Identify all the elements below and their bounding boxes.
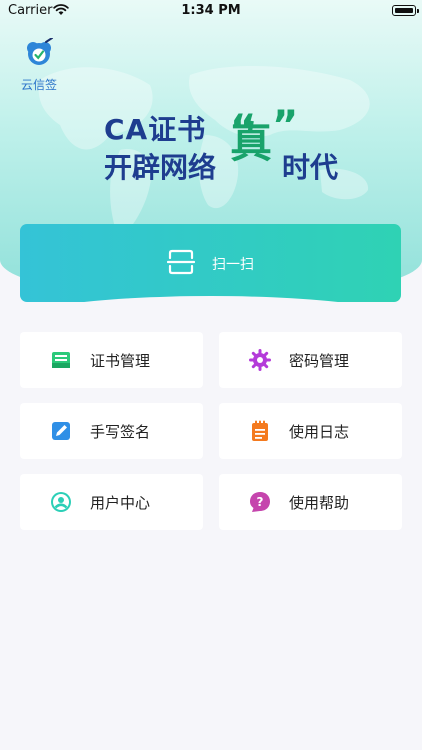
menu-user-center[interactable]: 用户中心 bbox=[20, 474, 203, 530]
scan-label: 扫一扫 bbox=[212, 257, 254, 273]
menu-certificate-management[interactable]: 证书管理 bbox=[20, 332, 203, 388]
certificate-icon bbox=[52, 352, 70, 368]
password-gear-icon bbox=[249, 349, 271, 371]
slogan-line-2-suffix: 时代 bbox=[282, 151, 339, 184]
slogan-emphasis: 真 bbox=[230, 118, 273, 167]
app-name: 云信签 bbox=[20, 78, 57, 92]
cloud-sign-logo-icon bbox=[27, 38, 53, 65]
scan-bottom-curve bbox=[0, 296, 422, 336]
scan-button[interactable]: 扫一扫 bbox=[20, 224, 401, 302]
slogan-line-1: CA证书 bbox=[104, 113, 207, 146]
menu-help[interactable]: ? 使用帮助 bbox=[219, 474, 402, 530]
close-quote-mark: ” bbox=[272, 103, 299, 149]
slogan-line-2-prefix: 开辟网络 bbox=[104, 151, 217, 184]
slogan: CA证书 “ 开辟网络 真 ” 时代 bbox=[104, 103, 344, 188]
battery-icon bbox=[392, 5, 419, 16]
user-center-icon bbox=[51, 492, 71, 512]
svg-text:?: ? bbox=[257, 495, 264, 509]
menu-handwritten-signature[interactable]: 手写签名 bbox=[20, 403, 203, 459]
log-notebook-icon bbox=[252, 420, 268, 441]
menu-label: 使用日志 bbox=[289, 423, 350, 441]
help-icon: ? bbox=[250, 492, 270, 512]
menu-usage-log[interactable]: 使用日志 bbox=[219, 403, 402, 459]
menu-password-management[interactable]: 密码管理 bbox=[219, 332, 402, 388]
status-time: 1:34 PM bbox=[181, 3, 241, 18]
handwrite-sign-icon bbox=[52, 422, 70, 440]
menu-label: 手写签名 bbox=[90, 423, 151, 441]
menu-label: 密码管理 bbox=[289, 352, 350, 370]
menu-label: 用户中心 bbox=[90, 494, 151, 512]
menu-label: 使用帮助 bbox=[289, 494, 350, 512]
status-bar: Carrier 1:34 PM bbox=[0, 0, 422, 22]
menu-label: 证书管理 bbox=[90, 352, 151, 370]
app-logo: 云信签 bbox=[18, 38, 60, 94]
scan-icon bbox=[167, 249, 195, 275]
